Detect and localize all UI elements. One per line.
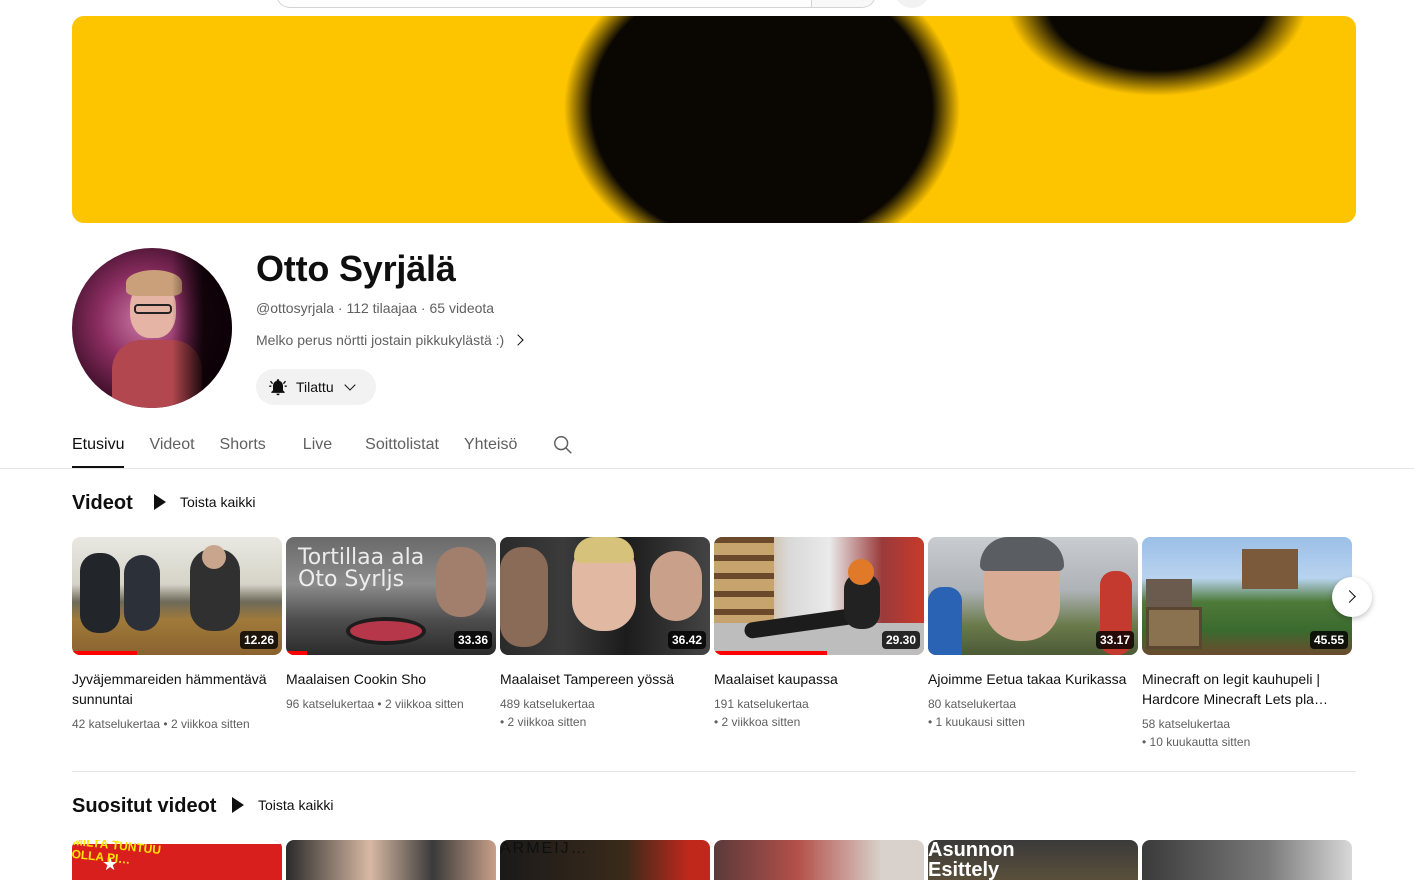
tabs-divider: [0, 468, 1414, 469]
video-card[interactable]: Tortillaa ala Oto Syrljs 33.36 Maalaisen…: [286, 537, 496, 713]
section-title-popular: Suositut videot: [72, 795, 217, 817]
section-title-videos: Videot: [72, 492, 133, 514]
video-card[interactable]: 12.26 Jyväjemmareiden hämmentävä sunnunt…: [72, 537, 282, 733]
upload-age: 2 viikkoa sitten: [384, 697, 464, 711]
view-count: 191 katselukertaa: [714, 697, 809, 711]
section-divider: [72, 771, 1356, 772]
thumbnail-overlay-text: Tortillaa ala Oto Syrljs: [298, 545, 425, 592]
channel-description[interactable]: Melko perus nörtti jostain pikkukylästä …: [256, 332, 524, 348]
video-card[interactable]: 36.42 Maalaiset Tampereen yössä 489 kats…: [500, 537, 710, 731]
video-meta: 80 katselukertaa • 1 kuukausi sitten: [928, 697, 1025, 729]
upload-age: 1 kuukausi sitten: [935, 715, 1025, 729]
video-card[interactable]: 33.17 Ajoimme Eetua takaa Kurikassa 80 k…: [928, 537, 1138, 731]
popular-shelf: ★ MILTÄ TUNTUU OLLA PI… ARMEIJ… Asunnon …: [72, 840, 1362, 880]
video-thumbnail[interactable]: [1142, 840, 1352, 880]
chevron-down-icon: [343, 379, 356, 391]
video-thumbnail[interactable]: ★ MILTÄ TUNTUU OLLA PI…: [72, 840, 282, 880]
chevron-right-icon: [1343, 590, 1356, 603]
tab-community[interactable]: Yhteisö: [464, 424, 517, 468]
video-thumbnail[interactable]: Asunnon Esittely: [928, 840, 1138, 880]
upload-age: 2 viikkoa sitten: [507, 715, 587, 729]
channel-name: Otto Syrjälä: [256, 248, 456, 289]
search-bar-fragment[interactable]: [276, 0, 876, 8]
bell-icon: [269, 379, 287, 396]
shelf-next-button[interactable]: [1332, 577, 1372, 617]
channel-tabs: Etusivu Videot Shorts Live Soittolistat …: [72, 424, 574, 468]
video-thumbnail[interactable]: [714, 840, 924, 880]
video-thumbnail[interactable]: 45.55: [1142, 537, 1352, 655]
video-meta: 42 katselukertaa • 2 viikkoa sitten: [72, 717, 250, 731]
video-card[interactable]: 45.55 Minecraft on legit kauhupeli | Har…: [1142, 537, 1352, 751]
tab-shorts[interactable]: Shorts: [220, 424, 266, 468]
video-title[interactable]: Minecraft on legit kauhupeli | Hardcore …: [1142, 669, 1346, 709]
view-count: 96 katselukertaa: [286, 697, 375, 711]
video-duration: 36.42: [667, 631, 706, 649]
play-all-label: Toista kaikki: [180, 494, 256, 510]
search-button[interactable]: [811, 0, 875, 7]
play-all-popular-button[interactable]: Toista kaikki: [228, 797, 333, 813]
video-duration: 12.26: [239, 631, 278, 649]
channel-banner: [72, 16, 1356, 223]
thumbnail-overlay-text: ARMEIJ…: [500, 840, 589, 857]
watch-progress-bar: [714, 651, 828, 655]
video-title[interactable]: Maalaiset kaupassa: [714, 669, 918, 689]
view-count: 42 katselukertaa: [72, 717, 161, 731]
chevron-right-icon: [512, 334, 524, 346]
video-thumbnail[interactable]: ARMEIJ…: [500, 840, 710, 880]
video-meta: 96 katselukertaa • 2 viikkoa sitten: [286, 697, 464, 711]
search-icon[interactable]: [552, 434, 574, 456]
thumbnail-overlay-text: Asunnon Esittely: [928, 840, 1015, 880]
video-card[interactable]: 29.30 Maalaiset kaupassa 191 katselukert…: [714, 537, 924, 731]
video-meta: 58 katselukertaa • 10 kuukautta sitten: [1142, 717, 1251, 749]
view-count: 489 katselukertaa: [500, 697, 595, 711]
channel-avatar: [72, 248, 232, 408]
tab-videos[interactable]: Videot: [149, 424, 194, 468]
channel-meta: @ottosyrjala · 112 tilaajaa · 65 videota: [256, 300, 495, 316]
video-meta: 489 katselukertaa • 2 viikkoa sitten: [500, 697, 595, 729]
video-thumbnail[interactable]: Tortillaa ala Oto Syrljs 33.36: [286, 537, 496, 655]
upload-age: 2 viikkoa sitten: [721, 715, 801, 729]
video-duration: 33.36: [453, 631, 492, 649]
view-count: 80 katselukertaa: [928, 697, 1017, 711]
video-title[interactable]: Maalaiset Tampereen yössä: [500, 669, 704, 689]
video-title[interactable]: Maalaisen Cookin Sho: [286, 669, 490, 689]
play-all-label: Toista kaikki: [258, 797, 334, 813]
video-meta: 191 katselukertaa • 2 viikkoa sitten: [714, 697, 809, 729]
video-duration: 33.17: [1095, 631, 1134, 649]
subscribed-label: Tilattu: [296, 379, 334, 395]
video-thumbnail[interactable]: 36.42: [500, 537, 710, 655]
tab-playlists[interactable]: Soittolistat: [365, 424, 439, 468]
video-duration: 29.30: [881, 631, 920, 649]
channel-description-text: Melko perus nörtti jostain pikkukylästä …: [256, 332, 505, 348]
play-icon: [232, 797, 244, 813]
play-all-button[interactable]: Toista kaikki: [150, 494, 255, 510]
voice-search-button[interactable]: [894, 0, 930, 8]
tab-home[interactable]: Etusivu: [72, 424, 125, 468]
watch-progress-bar: [72, 651, 138, 655]
video-duration: 45.55: [1309, 631, 1348, 649]
view-count: 58 katselukertaa: [1142, 717, 1231, 731]
upload-age: 10 kuukautta sitten: [1149, 735, 1251, 749]
video-thumbnail[interactable]: 12.26: [72, 537, 282, 655]
tab-live[interactable]: Live: [303, 424, 332, 468]
watch-progress-bar: [286, 651, 307, 655]
video-thumbnail[interactable]: [286, 840, 496, 880]
video-thumbnail[interactable]: 29.30: [714, 537, 924, 655]
subscribed-button[interactable]: Tilattu: [256, 369, 376, 405]
videos-shelf: 12.26 Jyväjemmareiden hämmentävä sunnunt…: [72, 537, 1362, 757]
video-title[interactable]: Jyväjemmareiden hämmentävä sunnuntai: [72, 669, 276, 709]
video-thumbnail[interactable]: 33.17: [928, 537, 1138, 655]
video-title[interactable]: Ajoimme Eetua takaa Kurikassa: [928, 669, 1132, 689]
play-icon: [154, 494, 166, 510]
upload-age: 2 viikkoa sitten: [170, 717, 250, 731]
thumbnail-overlay-text: MILTÄ TUNTUU OLLA PI…: [72, 840, 162, 867]
